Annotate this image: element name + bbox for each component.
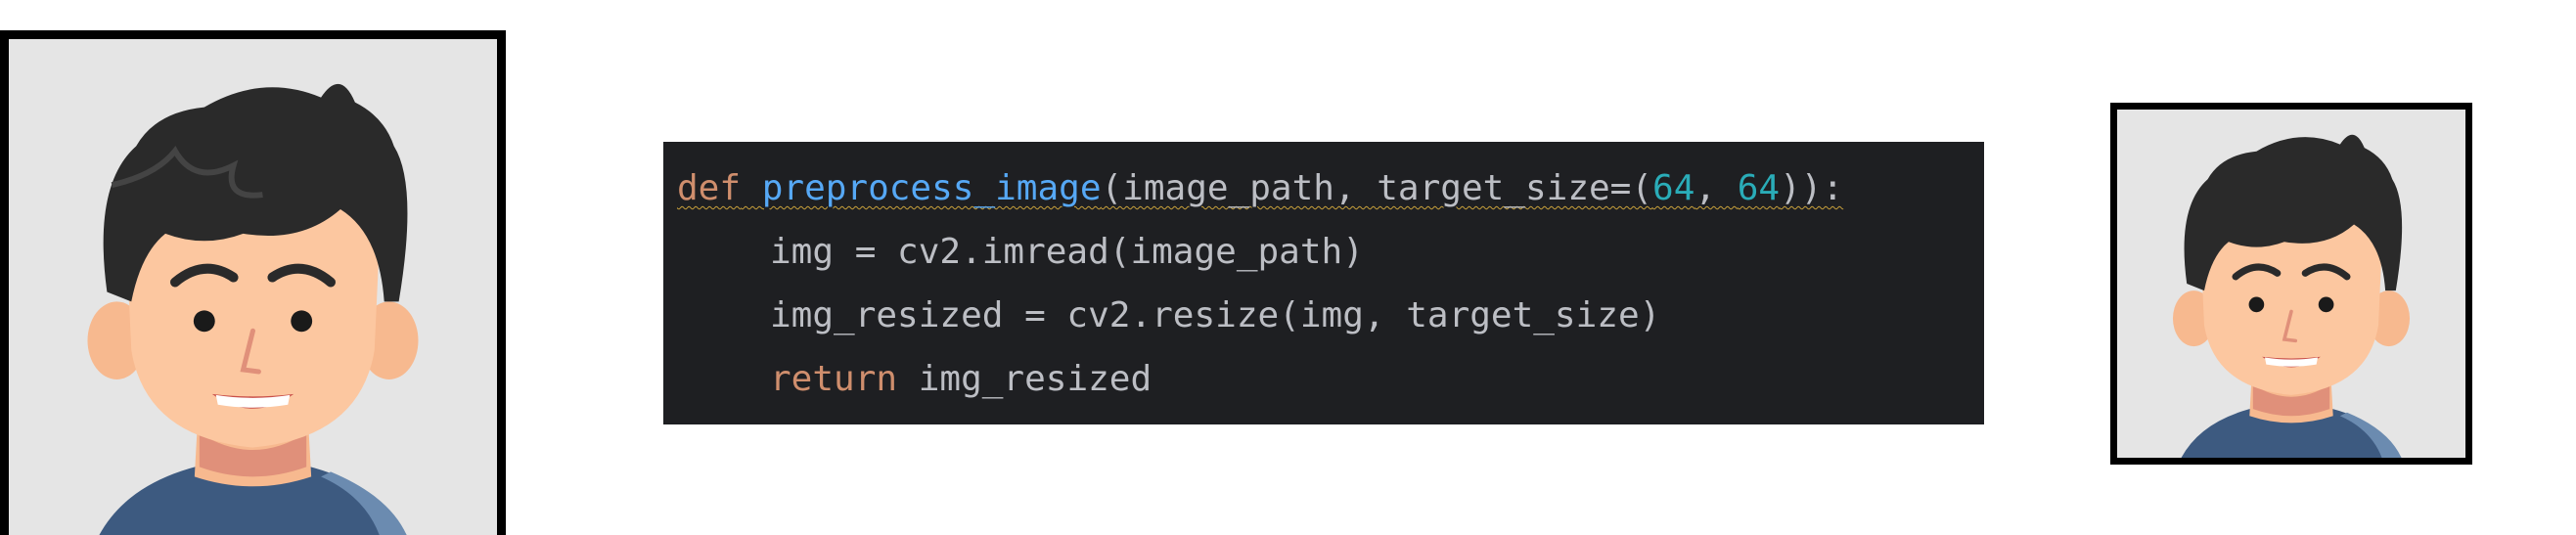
width-number: 64 — [1652, 168, 1695, 208]
height-number: 64 — [1737, 168, 1781, 208]
function-name: preprocess_image — [761, 168, 1102, 208]
def-keyword: def — [677, 168, 742, 208]
code-line-4: return img_resized — [677, 347, 1984, 411]
avatar-portrait-icon — [9, 39, 497, 535]
output-image-frame — [2110, 103, 2472, 465]
params-end: )): — [1780, 168, 1844, 208]
code-line-3: img_resized = cv2.resize(img, target_siz… — [677, 284, 1984, 347]
params-sep: , — [1695, 168, 1738, 208]
avatar-portrait-icon — [2117, 110, 2465, 458]
params-start: (image_path, target_size=( — [1101, 168, 1653, 208]
imread-statement: img = cv2.imread(image_path) — [770, 232, 1364, 272]
code-line-2: img = cv2.imread(image_path) — [677, 220, 1984, 284]
return-keyword: return — [770, 359, 898, 399]
code-snippet: def preprocess_image(image_path, target_… — [663, 142, 1984, 424]
return-value: img_resized — [897, 359, 1152, 399]
resize-statement: img_resized = cv2.resize(img, target_siz… — [770, 295, 1661, 335]
code-line-1: def preprocess_image(image_path, target_… — [677, 156, 1984, 220]
input-image-frame — [0, 30, 506, 535]
